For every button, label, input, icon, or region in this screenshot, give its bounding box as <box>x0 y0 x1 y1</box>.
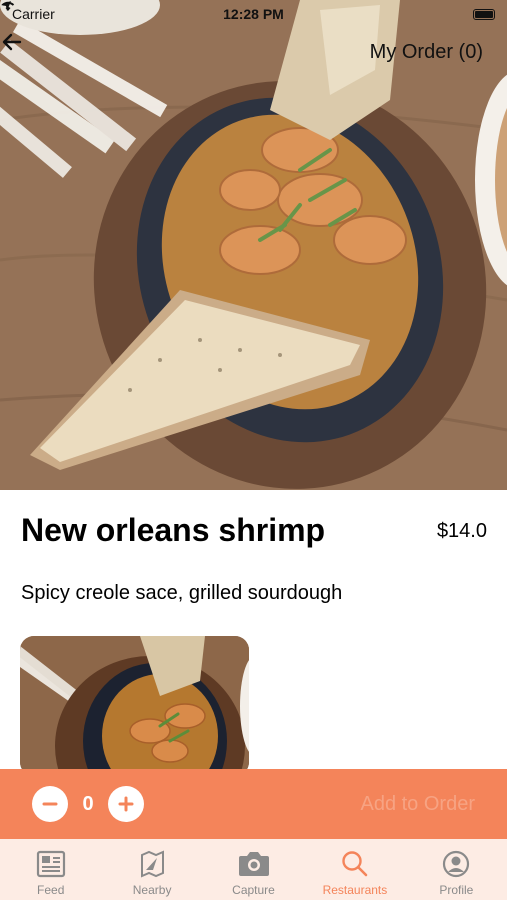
tab-capture[interactable]: Capture <box>203 839 304 900</box>
tab-label: Capture <box>232 883 275 897</box>
tab-profile[interactable]: Profile <box>406 839 507 900</box>
my-order-button[interactable]: My Order (0) <box>370 41 483 64</box>
quantity-value: 0 <box>82 792 94 815</box>
profile-icon <box>443 850 470 878</box>
add-to-order-button[interactable]: Add to Order <box>360 793 475 816</box>
tab-restaurants[interactable]: Restaurants <box>304 839 405 900</box>
plus-icon <box>118 796 134 812</box>
dish-title: New orleans shrimp <box>21 512 326 548</box>
tab-label: Profile <box>439 883 474 897</box>
nav-bar: My Order (0) <box>0 30 507 74</box>
tab-label: Nearby <box>132 883 172 897</box>
dish-description: Spicy creole sace, grilled sourdough <box>21 582 343 604</box>
status-time: 12:28 PM <box>223 6 284 22</box>
order-bar: 0 Add to Order <box>0 769 507 839</box>
dish-photo: Carrier 12:28 PM My Order (0) <box>0 0 507 490</box>
tab-nearby[interactable]: Nearby <box>101 839 202 900</box>
search-icon <box>342 851 368 877</box>
back-button[interactable] <box>2 33 60 68</box>
tab-label: Feed <box>37 883 65 897</box>
status-bar: Carrier 12:28 PM <box>0 0 507 28</box>
decrease-quantity-button[interactable] <box>32 786 68 822</box>
dish-thumbnail[interactable] <box>20 636 249 776</box>
location-arrow-icon <box>1 1 11 11</box>
battery-icon <box>473 8 495 20</box>
feed-icon <box>36 850 65 878</box>
dish-price: $14.0 <box>436 520 487 542</box>
arrow-left-icon <box>2 33 22 51</box>
tab-bar: Feed Nearby Capture Restaurants Profile <box>0 839 507 900</box>
increase-quantity-button[interactable] <box>108 786 144 822</box>
tab-label: Restaurants <box>322 883 388 897</box>
tab-feed[interactable]: Feed <box>0 839 101 900</box>
thumbnail-illustration <box>20 636 249 776</box>
camera-icon <box>238 852 269 876</box>
minus-icon <box>42 802 58 806</box>
nearby-icon <box>141 850 165 878</box>
